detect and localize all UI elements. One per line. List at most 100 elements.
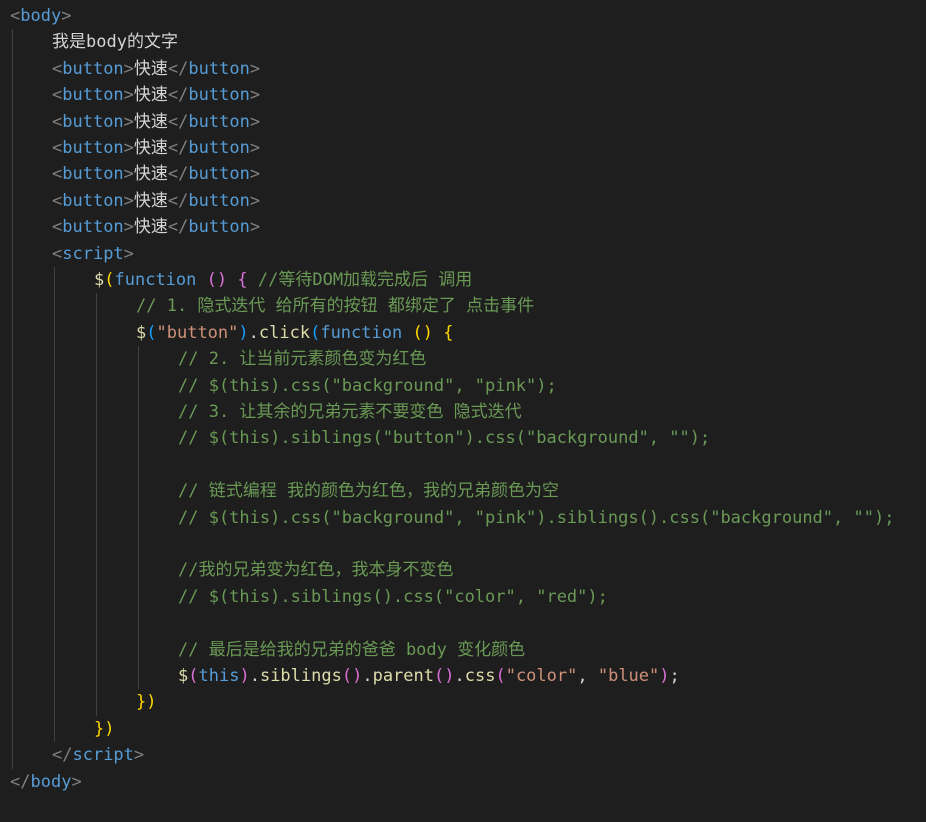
code-line[interactable]: //我的兄弟变为红色，我本身不变色 [178, 557, 453, 583]
code-line[interactable]: <button>快速</button> [52, 214, 260, 240]
code-token: , [577, 666, 598, 686]
code-line[interactable]: $(function () { //等待DOM加载完成后 调用 [94, 267, 472, 293]
code-line[interactable]: // $(this).siblings("button").css("backg… [178, 425, 710, 451]
code-token: siblings [259, 666, 342, 686]
code-token: { [237, 270, 248, 290]
code-token: ; [669, 666, 680, 686]
code-token: () [341, 666, 363, 686]
code-token: </ [167, 164, 189, 185]
code-token: () [412, 322, 433, 343]
code-token: 快速 [133, 190, 168, 211]
code-line[interactable]: 我是body的文字 [52, 29, 178, 55]
code-line[interactable]: </script> [52, 742, 144, 768]
code-token: click [258, 322, 311, 343]
code-token: > [123, 138, 134, 158]
code-token: ) [238, 322, 249, 343]
code-token: > [249, 217, 261, 238]
code-token: // 链式编程 我的颜色为红色，我的兄弟颜色为空 [178, 481, 559, 502]
code-token: 快速 [133, 138, 168, 158]
code-token: { [443, 322, 454, 343]
code-line[interactable]: // 链式编程 我的颜色为红色，我的兄弟颜色为空 [178, 478, 559, 504]
code-token: > [123, 217, 134, 238]
code-token: > [249, 190, 261, 211]
code-token: function [114, 270, 197, 290]
code-line[interactable]: // 2. 让当前元素颜色变为红色 [178, 346, 426, 372]
code-line[interactable]: <button>快速</button> [52, 56, 260, 82]
code-token: > [249, 164, 261, 185]
code-token: button [188, 85, 250, 106]
code-token: }) [136, 692, 157, 713]
code-token: </ [167, 111, 189, 132]
code-token: $ [94, 270, 105, 290]
code-token: </ [167, 190, 189, 211]
code-token: script [62, 243, 124, 264]
code-line[interactable]: <script> [52, 241, 134, 267]
code-line[interactable]: <button>快速</button> [52, 82, 260, 108]
code-token: ( [495, 666, 506, 686]
code-line[interactable]: // 最后是给我的兄弟的爸爸 body 变化颜色 [178, 637, 525, 663]
code-token: < [52, 58, 63, 79]
code-line[interactable]: <button>快速</button> [52, 135, 260, 161]
code-line[interactable]: // 3. 让其余的兄弟元素不要变色 隐式迭代 [178, 399, 522, 425]
code-token: < [52, 190, 63, 211]
code-token: < [52, 85, 63, 106]
code-token: </ [52, 745, 73, 766]
code-token: script [72, 745, 134, 766]
code-token: body [30, 771, 72, 792]
code-token: . [362, 666, 373, 686]
code-token: </ [167, 217, 189, 238]
code-token: < [52, 138, 63, 158]
code-token: < [10, 6, 21, 26]
code-token: // $(this).siblings("button").css("backg… [178, 428, 711, 449]
code-token: "color" [505, 666, 578, 686]
code-token: $ [178, 666, 189, 686]
code-token: this [198, 666, 240, 686]
code-token: ( [104, 270, 115, 290]
code-line[interactable]: }) [136, 689, 156, 715]
code-token: . [249, 666, 260, 686]
code-token: button [188, 164, 250, 185]
code-line[interactable]: // $(this).siblings().css("color", "red"… [178, 584, 608, 610]
code-line[interactable]: // 1. 隐式迭代 给所有的按钮 都绑定了 点击事件 [136, 293, 534, 319]
code-token: > [123, 243, 134, 264]
code-line[interactable]: <button>快速</button> [52, 109, 260, 135]
code-token: body [20, 6, 62, 26]
code-token: ) [239, 666, 250, 686]
code-token: "blue" [597, 666, 660, 686]
code-token: > [123, 58, 134, 79]
code-editor[interactable]: <body> 我是body的文字 <button>快速</button> <butto… [0, 0, 926, 822]
code-token: button [62, 217, 124, 238]
code-token: < [52, 111, 63, 132]
code-token: ( [146, 322, 157, 343]
code-token: . [248, 322, 259, 343]
code-line[interactable]: // $(this).css("background", "pink").sib… [178, 505, 894, 531]
code-line[interactable]: <button>快速</button> [52, 188, 260, 214]
indent-guide [138, 346, 139, 690]
code-token: < [52, 217, 63, 238]
code-line[interactable]: $(this).siblings().parent().css("color",… [178, 663, 680, 689]
code-token: }) [94, 718, 115, 739]
code-line[interactable]: // $(this).css("background", "pink"); [178, 373, 557, 399]
code-token: < [52, 243, 63, 264]
code-token: > [249, 138, 261, 158]
code-token: 快速 [133, 85, 168, 106]
code-token: 快速 [133, 164, 168, 185]
code-line[interactable]: $("button").click(function () { [136, 320, 453, 346]
code-token: parent [372, 666, 434, 686]
code-line[interactable]: <button>快速</button> [52, 161, 260, 187]
code-line[interactable]: <body> [10, 3, 71, 29]
code-token: //等待DOM加载完成后 调用 [257, 270, 473, 290]
code-token: button [62, 58, 124, 79]
code-token: </ [167, 138, 189, 158]
code-token: ( [188, 666, 199, 686]
code-line[interactable]: </body> [10, 769, 82, 795]
code-token: //我的兄弟变为红色，我本身不变色 [178, 560, 454, 581]
code-token: "button" [156, 322, 239, 343]
code-line[interactable]: }) [94, 716, 114, 742]
code-token: > [123, 111, 134, 132]
code-token: > [249, 85, 261, 106]
